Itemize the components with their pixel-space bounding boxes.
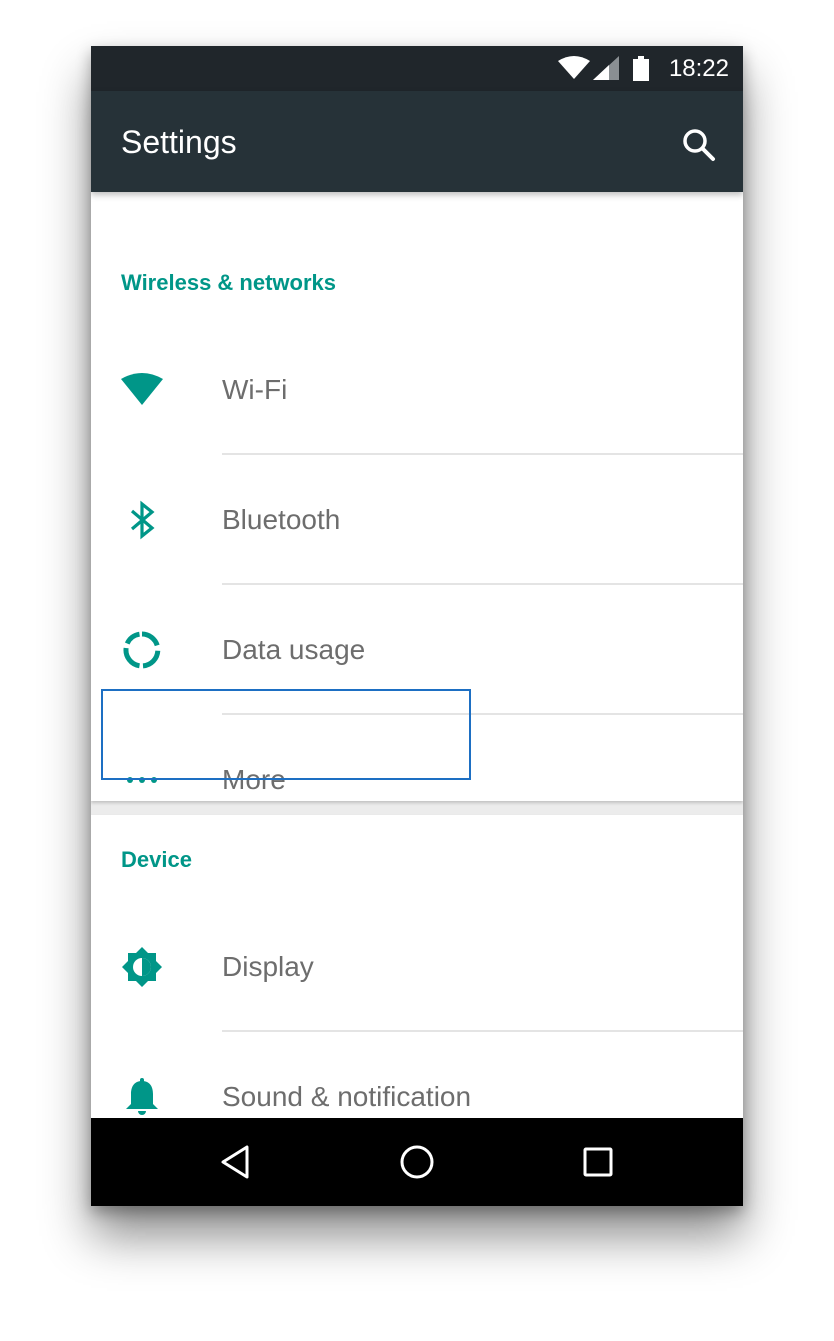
settings-item-label: Data usage bbox=[222, 634, 366, 665]
bluetooth-icon bbox=[121, 499, 163, 541]
back-button[interactable] bbox=[214, 1140, 258, 1184]
settings-item-label: Wi-Fi bbox=[222, 374, 288, 405]
wifi-icon bbox=[121, 369, 163, 411]
wifi-signal-icon bbox=[558, 56, 590, 85]
battery-icon bbox=[633, 56, 649, 87]
home-icon[interactable] bbox=[395, 1140, 439, 1184]
recents-icon[interactable] bbox=[576, 1140, 620, 1184]
search-icon[interactable] bbox=[679, 125, 719, 165]
bell-icon bbox=[121, 1076, 163, 1118]
brightness-icon bbox=[121, 946, 163, 988]
status-time: 18:22 bbox=[668, 55, 729, 82]
search-button[interactable] bbox=[679, 125, 719, 165]
navigation-bar bbox=[91, 1118, 743, 1206]
settings-item-label: Bluetooth bbox=[222, 504, 341, 535]
settings-item-bluetooth[interactable]: Bluetooth bbox=[91, 455, 743, 585]
settings-item-label: Display bbox=[222, 951, 314, 982]
home-button[interactable] bbox=[395, 1140, 439, 1184]
status-bar: 18:22 bbox=[91, 46, 743, 91]
section-header-device: Device bbox=[121, 847, 192, 872]
page-title: Settings bbox=[121, 124, 237, 160]
settings-item-wifi[interactable]: Wi-Fi bbox=[91, 325, 743, 455]
settings-item-display[interactable]: Display bbox=[91, 902, 743, 1032]
cell-signal-icon bbox=[593, 56, 619, 85]
phone-screen: 18:22 Settings Wireless & networks Wi-Fi bbox=[91, 46, 743, 1206]
section-header-wireless: Wireless & networks bbox=[121, 270, 336, 295]
back-icon[interactable] bbox=[214, 1140, 258, 1184]
highlight-box bbox=[101, 689, 471, 780]
data-usage-icon bbox=[121, 629, 163, 671]
recents-button[interactable] bbox=[576, 1140, 620, 1184]
app-bar: Settings bbox=[91, 91, 743, 192]
settings-item-label: Sound & notification bbox=[222, 1081, 472, 1112]
